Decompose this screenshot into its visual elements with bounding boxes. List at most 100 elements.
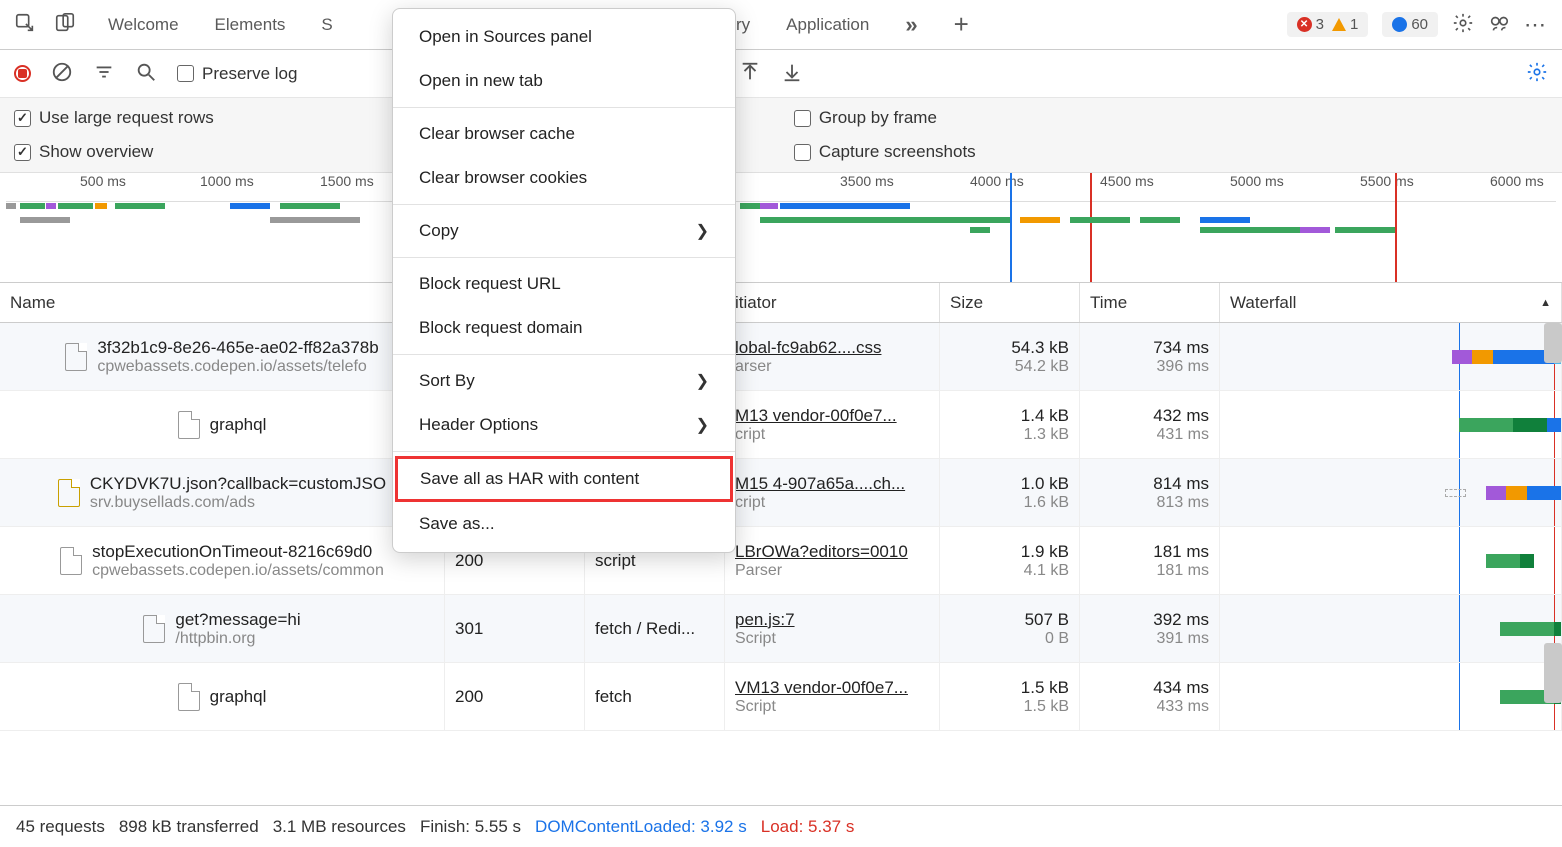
chevron-right-icon: ❯	[696, 371, 709, 391]
tab-elements[interactable]: Elements	[197, 0, 304, 49]
feedback-icon[interactable]	[1488, 12, 1510, 38]
size: 1.5 kB	[1021, 678, 1069, 698]
col-size[interactable]: Size	[940, 283, 1080, 322]
tab-application[interactable]: Application	[768, 0, 887, 49]
chevron-right-icon: ❯	[696, 221, 709, 241]
message-count: 60	[1411, 16, 1428, 33]
initiator-link[interactable]: M13 vendor-00f0e7...	[735, 406, 929, 426]
col-initiator[interactable]: itiator	[725, 283, 940, 322]
sb-load: Load: 5.37 s	[761, 817, 855, 837]
record-button[interactable]	[14, 65, 31, 82]
request-type: script	[595, 551, 714, 571]
initiator-type: arser	[735, 358, 929, 376]
inspect-controls	[0, 12, 90, 38]
col-waterfall[interactable]: Waterfall▲	[1220, 283, 1562, 322]
group-by-frame-checkbox[interactable]: Group by frame	[794, 108, 976, 128]
request-name: graphql	[210, 687, 267, 707]
ctx-clear-cookies[interactable]: Clear browser cookies	[393, 156, 735, 200]
request-name: get?message=hi	[175, 610, 300, 630]
ctx-save-har[interactable]: Save all as HAR with content	[395, 456, 733, 502]
warning-count: 1	[1350, 16, 1358, 33]
search-icon[interactable]	[135, 61, 157, 87]
ctx-open-new-tab[interactable]: Open in new tab	[393, 59, 735, 103]
settings-icon[interactable]	[1452, 12, 1474, 38]
time: 814 ms	[1153, 474, 1209, 494]
table-row[interactable]: CKYDVK7U.json?callback=customJSOsrv.buys…	[0, 459, 1562, 527]
time: 392 ms	[1153, 610, 1209, 630]
table-row[interactable]: 3f32b1c9-8e26-465e-ae02-ff82a378bcpwebas…	[0, 323, 1562, 391]
scrollbar-thumb[interactable]	[1544, 323, 1562, 363]
sb-domcontentloaded: DOMContentLoaded: 3.92 s	[535, 817, 747, 837]
initiator-link[interactable]: VM13 vendor-00f0e7...	[735, 678, 929, 698]
error-count: 3	[1316, 16, 1324, 33]
tab-welcome[interactable]: Welcome	[90, 0, 197, 49]
size: 1.0 kB	[1021, 474, 1069, 494]
initiator-link[interactable]: lobal-fc9ab62....css	[735, 338, 929, 358]
show-overview-checkbox[interactable]: Show overview	[14, 142, 214, 162]
ctx-sort-by[interactable]: Sort By❯	[393, 359, 735, 403]
error-warning-badge[interactable]: ✕3 1	[1287, 12, 1369, 37]
upload-icon[interactable]	[739, 61, 761, 87]
table-row[interactable]: stopExecutionOnTimeout-8216c69d0cpwebass…	[0, 527, 1562, 595]
col-time[interactable]: Time	[1080, 283, 1220, 322]
more-icon[interactable]: ⋯	[1524, 12, 1548, 38]
large-rows-checkbox[interactable]: Use large request rows	[14, 108, 214, 128]
add-tab-icon[interactable]: +	[936, 0, 987, 49]
time-sub: 391 ms	[1157, 630, 1209, 648]
table-row[interactable]: get?message=hi/httpbin.org301fetch / Red…	[0, 595, 1562, 663]
ctx-open-sources[interactable]: Open in Sources panel	[393, 15, 735, 59]
time-sub: 813 ms	[1157, 494, 1209, 512]
messages-badge[interactable]: 60	[1382, 12, 1438, 37]
time: 181 ms	[1153, 542, 1209, 562]
waterfall-cell	[1220, 323, 1562, 390]
file-icon	[143, 615, 165, 643]
initiator-type: Script	[735, 698, 929, 716]
tab-sources-partial[interactable]: S	[303, 0, 350, 49]
ctx-block-url[interactable]: Block request URL	[393, 262, 735, 306]
network-options: Use large request rows Show overview Gro…	[0, 98, 1562, 173]
waterfall-cell	[1220, 527, 1562, 594]
file-icon	[178, 683, 200, 711]
ctx-copy-submenu[interactable]: Copy❯	[393, 209, 735, 253]
waterfall-cell	[1220, 595, 1562, 662]
tabs-overflow-icon[interactable]: »	[887, 0, 935, 49]
status-code: 200	[455, 687, 574, 707]
time: 434 ms	[1153, 678, 1209, 698]
initiator-link[interactable]: M15 4-907a65a....ch...	[735, 474, 929, 494]
size: 1.9 kB	[1021, 542, 1069, 562]
time: 734 ms	[1153, 338, 1209, 358]
network-toolbar: Preserve log	[0, 50, 1562, 98]
preserve-log-checkbox[interactable]: Preserve log	[177, 64, 297, 84]
initiator-link[interactable]: pen.js:7	[735, 610, 929, 630]
file-icon	[60, 547, 82, 575]
inspect-element-icon[interactable]	[14, 12, 36, 38]
table-row[interactable]: graphqlM13 vendor-00f0e7...cript1.4 kB1.…	[0, 391, 1562, 459]
clear-icon[interactable]	[51, 61, 73, 87]
sort-indicator-icon: ▲	[1540, 297, 1551, 309]
device-toggle-icon[interactable]	[54, 12, 76, 38]
initiator-type: Script	[735, 630, 929, 648]
time-sub: 396 ms	[1157, 358, 1209, 376]
size-sub: 0 B	[1045, 630, 1069, 648]
request-type: fetch / Redi...	[595, 619, 714, 639]
scrollbar-thumb[interactable]	[1544, 643, 1562, 703]
initiator-type: Parser	[735, 562, 929, 580]
table-row[interactable]: graphql200fetchVM13 vendor-00f0e7...Scri…	[0, 663, 1562, 731]
initiator-link[interactable]: LBrOWa?editors=0010	[735, 542, 929, 562]
ctx-clear-cache[interactable]: Clear browser cache	[393, 112, 735, 156]
request-domain: /httpbin.org	[175, 630, 300, 648]
network-table: Name Status Type itiator Size Time Water…	[0, 283, 1562, 731]
col-name[interactable]: Name	[0, 283, 445, 322]
ctx-block-domain[interactable]: Block request domain	[393, 306, 735, 350]
initiator-type: cript	[735, 494, 929, 512]
request-name: graphql	[210, 415, 267, 435]
ctx-header-options[interactable]: Header Options❯	[393, 403, 735, 447]
filter-icon[interactable]	[93, 61, 115, 87]
size-sub: 4.1 kB	[1024, 562, 1069, 580]
size-sub: 1.5 kB	[1024, 698, 1069, 716]
timeline-overview[interactable]: 500 ms 1000 ms 1500 ms 3500 ms 4000 ms 4…	[0, 173, 1562, 283]
capture-screenshots-checkbox[interactable]: Capture screenshots	[794, 142, 976, 162]
network-settings-icon[interactable]	[1526, 61, 1548, 87]
ctx-save-as[interactable]: Save as...	[393, 502, 735, 546]
download-icon[interactable]	[781, 61, 803, 87]
